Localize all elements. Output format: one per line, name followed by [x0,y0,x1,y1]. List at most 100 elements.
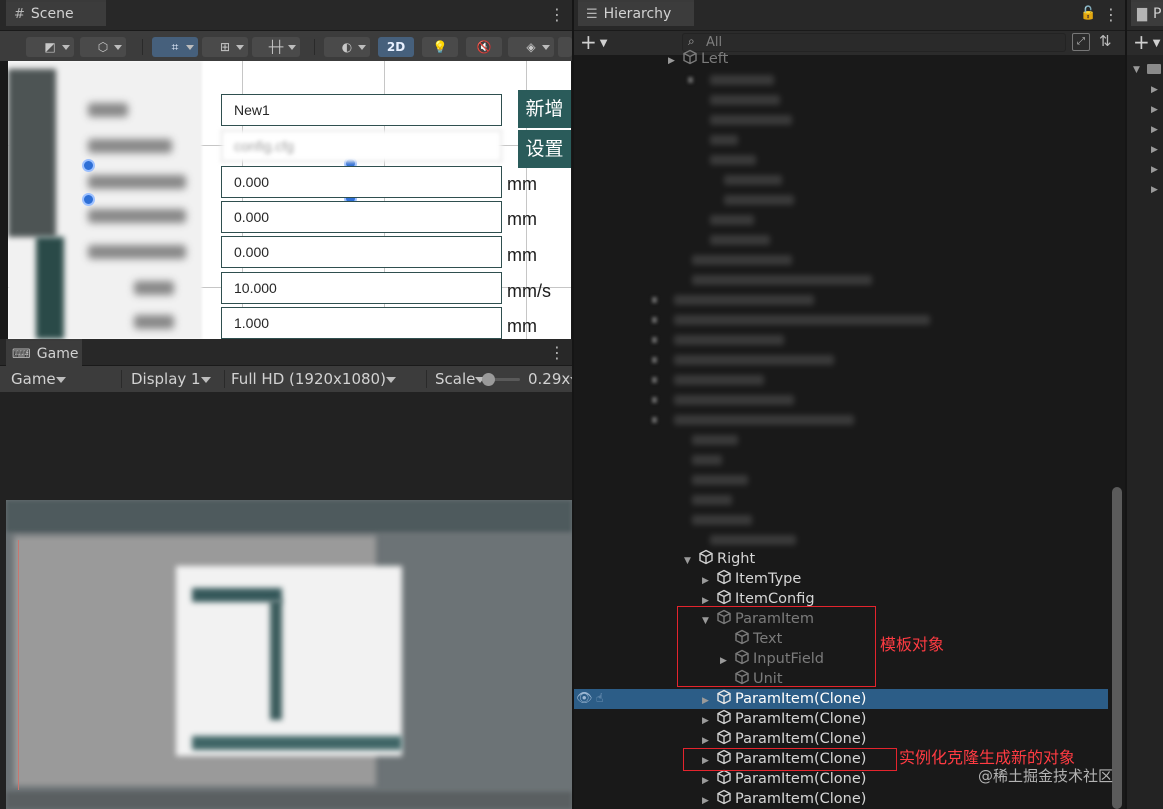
blurred-arrow [652,317,657,323]
scene-visibility-icon[interactable]: ⤢ [1072,33,1090,51]
param-input-field[interactable]: 1.000 [221,307,502,339]
expand-arrow-icon[interactable]: ▶ [702,791,716,809]
game-kebab-icon[interactable]: ⋮ [549,345,565,361]
expand-arrow-icon[interactable]: ▶ [1151,85,1158,95]
blurred-row-label [692,495,732,505]
param-input-field[interactable]: 10.000 [221,272,502,304]
blurred-row-label [692,435,738,445]
filter-icon[interactable]: ⇅ [1099,32,1112,50]
gizmo-button[interactable] [558,37,572,57]
param-input-field[interactable]: 0.000 [221,236,502,268]
blurred-row-label [710,235,770,245]
audio-mute-icon[interactable]: 🔇 [466,37,502,57]
pivot-handle[interactable] [82,193,95,206]
template-annotation-label: 模板对象 [880,635,945,654]
hierarchy-item-clone-selected[interactable]: ▶ ParamItem(Clone) [702,689,866,709]
add-object-button[interactable]: + ▼ [580,31,607,55]
blurred-label [88,245,186,259]
tool-handle-button[interactable]: ◩ [26,37,74,57]
blurred-arrow [652,377,657,383]
hierarchy-tabbar: ☰ Hierarchy 🔓 ⋮ [574,0,1125,31]
scene-kebab-icon[interactable]: ⋮ [549,7,565,23]
gameobject-icon [717,569,731,585]
expand-arrow-icon[interactable]: ▼ [1133,65,1140,75]
tool-increment-button[interactable]: ┼┼ [252,37,300,57]
hierarchy-item-label: ItemType [735,571,802,587]
toolbar-divider [426,370,427,388]
game-view-label: Game [11,370,56,388]
hierarchy-item-clone[interactable]: ▶ ParamItem(Clone) [702,769,866,789]
expand-arrow-icon[interactable]: ▶ [702,691,716,711]
add-button[interactable]: 新增 [518,90,571,128]
blurred-label [134,315,174,329]
blurred-row-label [692,475,748,485]
param-input-field[interactable]: config.cfg [221,130,502,162]
resolution-dropdown[interactable]: Full HD (1920x1080) [231,366,421,392]
param-input-field[interactable]: New1 [221,94,502,126]
hierarchy-kebab-icon[interactable]: ⋮ [1103,7,1119,23]
expand-arrow-icon[interactable]: ▶ [1151,105,1158,115]
hierarchy-search-input[interactable]: ⌕ All [682,33,1066,52]
project-add-button[interactable]: + ▼ [1133,31,1160,55]
blurred-row-label [674,315,930,325]
display-dropdown[interactable]: Display 1 [131,366,222,392]
blurred-arrow [688,77,693,83]
param-input-field[interactable]: 0.000 [221,201,502,233]
blurred-row-label [674,355,834,365]
hierarchy-item-left[interactable]: ▶ Left [668,49,728,69]
hierarchy-list[interactable]: ▶ Left ▼ Right ▶ ItemType ▶ ItemConfig ▼… [574,49,1125,809]
gameobject-icon [717,729,731,745]
scale-slider-thumb[interactable] [482,373,495,386]
hierarchy-scrollbar[interactable] [1112,487,1122,809]
tab-project[interactable]: ▇ P [1131,0,1163,26]
visibility-eye-icon[interactable]: 👁 [576,691,593,706]
tab-game-label: Game [36,346,79,362]
tab-scene[interactable]: # Scene [6,0,106,26]
expand-arrow-icon[interactable]: ▶ [702,771,716,791]
hierarchy-item-label: ParamItem(Clone) [735,731,867,747]
expand-arrow-icon[interactable]: ▶ [1151,165,1158,175]
scale-value: 0.29x [528,366,581,392]
scene-tabbar: # Scene ⋮ [0,0,572,31]
game-view-dropdown[interactable]: Game [11,366,117,392]
expand-arrow-icon[interactable]: ▶ [1151,145,1158,155]
scene-viewport[interactable]: New1 config.cfg 0.000 mm 0.000 mm 0.000 … [8,61,571,339]
pivot-handle[interactable] [82,159,95,172]
toolbar-divider [314,39,315,55]
expand-arrow-icon[interactable]: ▼ [684,551,698,571]
blurred-row-label [710,135,738,145]
param-unit-label: mm [507,316,537,336]
blurred-label [88,209,186,223]
hierarchy-item-clone[interactable]: ▶ ParamItem(Clone) [702,709,866,729]
expand-arrow-icon[interactable]: ▶ [702,711,716,731]
draw-mode-button[interactable]: ◐ [324,37,370,57]
hierarchy-item-label: ParamItem(Clone) [735,711,867,727]
hierarchy-toolbar: + ▼ ⌕ All ⤢ ⇅ [574,31,1125,55]
expand-arrow-icon[interactable]: ▶ [1151,185,1158,195]
tab-game[interactable]: ⌨ Game [6,339,82,366]
tool-cube-button[interactable]: ⬡ [80,37,126,57]
blurred-arrow [652,297,657,303]
effects-button[interactable]: ◈ [508,37,554,57]
hierarchy-item-right[interactable]: ▼ Right [684,549,755,569]
blurred-hierarchy-region [574,69,1125,549]
expand-arrow-icon[interactable]: ▶ [668,51,682,71]
gameobject-icon [699,549,713,565]
project-tree[interactable]: ▼ ▶ ▶ ▶ ▶ ▶ ▶ [1127,55,1163,809]
blurred-row-label [692,455,722,465]
tool-grid-snap-button[interactable]: ⌗ [152,37,198,57]
scale-slider[interactable] [482,373,520,386]
mode-2d-button[interactable]: 2D [378,37,414,57]
lighting-icon[interactable]: 💡 [422,37,458,57]
pickability-icon[interactable]: ☝ [596,691,603,705]
tab-hierarchy[interactable]: ☰ Hierarchy [578,0,694,26]
lock-icon[interactable]: 🔓 [1080,6,1096,21]
hierarchy-item-clone[interactable]: ▶ ParamItem(Clone) [702,789,866,809]
tool-grid-button[interactable]: ⊞ [202,37,248,57]
hierarchy-item-itemtype[interactable]: ▶ ItemType [702,569,801,589]
hierarchy-item-clone[interactable]: ▶ ParamItem(Clone) [702,729,866,749]
param-input-field[interactable]: 0.000 [221,166,502,198]
expand-arrow-icon[interactable]: ▶ [1151,125,1158,135]
settings-button[interactable]: 设置 [518,130,571,168]
expand-arrow-icon[interactable]: ▶ [702,571,716,591]
